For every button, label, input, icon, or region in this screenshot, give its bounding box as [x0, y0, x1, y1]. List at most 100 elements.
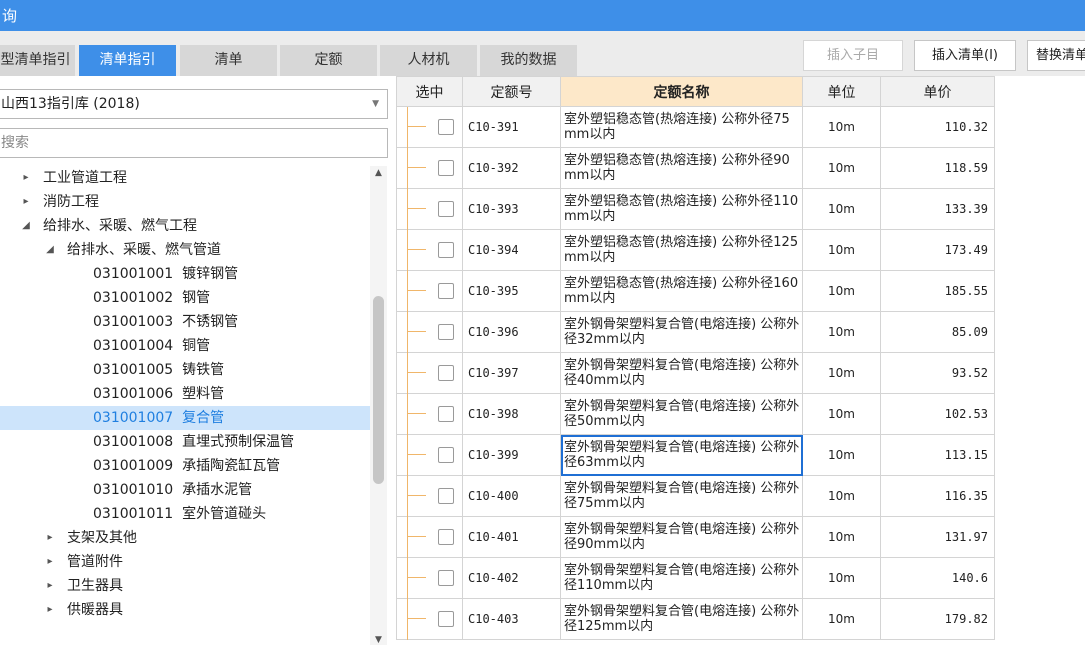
- quota-name[interactable]: 室外塑铝稳态管(热熔连接) 公称外径90mm以内: [560, 147, 803, 189]
- row-checkbox[interactable]: [438, 324, 454, 340]
- tree-line: [408, 577, 426, 578]
- quota-name[interactable]: 室外钢骨架塑料复合管(电熔连接) 公称外径50mm以内: [560, 393, 803, 435]
- tree-node[interactable]: 031001002 钢管: [0, 286, 370, 310]
- quota-name[interactable]: 室外塑铝稳态管(热熔连接) 公称外径75mm以内: [560, 106, 803, 148]
- row-checkbox[interactable]: [438, 119, 454, 135]
- row-checkbox[interactable]: [438, 570, 454, 586]
- tree-line: [407, 271, 408, 312]
- tree-node[interactable]: ▸ 工业管道工程: [0, 166, 370, 190]
- quota-code: C10-403: [462, 598, 561, 640]
- tab-bill[interactable]: 清单: [180, 45, 278, 76]
- table-row[interactable]: C10-391 室外塑铝稳态管(热熔连接) 公称外径75mm以内 10m 110.32: [396, 106, 995, 148]
- quota-code: C10-399: [462, 434, 561, 476]
- quota-name[interactable]: 室外钢骨架塑料复合管(电熔连接) 公称外径125mm以内: [560, 598, 803, 640]
- tree-line: [408, 372, 426, 373]
- quota-name[interactable]: 室外钢骨架塑料复合管(电熔连接) 公称外径90mm以内: [560, 516, 803, 558]
- insert-child-button[interactable]: 插入子目: [803, 40, 903, 71]
- expand-arrow-icon[interactable]: ▸: [44, 574, 56, 598]
- tree-node[interactable]: 031001006 塑料管: [0, 382, 370, 406]
- quota-name[interactable]: 室外塑铝稳态管(热熔连接) 公称外径160mm以内: [560, 270, 803, 312]
- table-row[interactable]: C10-397 室外钢骨架塑料复合管(电熔连接) 公称外径40mm以内 10m 93.…: [396, 352, 995, 394]
- collapse-arrow-icon[interactable]: ◢: [44, 238, 56, 262]
- tree-node[interactable]: 031001008 直埋式预制保温管: [0, 430, 370, 454]
- search-input[interactable]: [0, 128, 388, 158]
- tree-line: [407, 435, 408, 476]
- table-row[interactable]: C10-400 室外钢骨架塑料复合管(电熔连接) 公称外径75mm以内 10m 116…: [396, 475, 995, 517]
- replace-bill-button[interactable]: 替换清单: [1027, 40, 1085, 71]
- collapse-arrow-icon[interactable]: ◢: [20, 214, 32, 238]
- quota-name[interactable]: 室外塑铝稳态管(热熔连接) 公称外径110mm以内: [560, 188, 803, 230]
- column-header-unit[interactable]: 单位: [802, 76, 881, 107]
- scroll-down-icon[interactable]: ▼: [370, 635, 387, 645]
- table-row[interactable]: C10-403 室外钢骨架塑料复合管(电熔连接) 公称外径125mm以内 10m 17…: [396, 598, 995, 640]
- quota-name[interactable]: 室外钢骨架塑料复合管(电熔连接) 公称外径32mm以内: [560, 311, 803, 353]
- expand-arrow-icon[interactable]: ▸: [20, 166, 32, 190]
- tree-scrollbar[interactable]: ▲ ▼: [370, 166, 387, 645]
- table-row[interactable]: C10-396 室外钢骨架塑料复合管(电熔连接) 公称外径32mm以内 10m 85.…: [396, 311, 995, 353]
- tree-node[interactable]: 031001003 不锈钢管: [0, 310, 370, 334]
- column-header-code[interactable]: 定额号: [462, 76, 561, 107]
- column-header-select[interactable]: 选中: [396, 76, 463, 107]
- quota-name[interactable]: 室外钢骨架塑料复合管(电熔连接) 公称外径63mm以内: [560, 434, 803, 476]
- quota-price: 116.35: [880, 475, 995, 517]
- tab-my-data[interactable]: 我的数据: [480, 45, 578, 76]
- tree-node[interactable]: 031001004 铜管: [0, 334, 370, 358]
- table-row[interactable]: C10-399 室外钢骨架塑料复合管(电熔连接) 公称外径63mm以内 10m 113…: [396, 434, 995, 476]
- row-checkbox[interactable]: [438, 611, 454, 627]
- row-checkbox[interactable]: [438, 488, 454, 504]
- row-checkbox[interactable]: [438, 529, 454, 545]
- row-checkbox[interactable]: [438, 365, 454, 381]
- expand-arrow-icon[interactable]: ▸: [20, 190, 32, 214]
- tree-node[interactable]: ▸ 供暖器具: [0, 598, 370, 622]
- expand-arrow-icon[interactable]: ▸: [44, 598, 56, 622]
- row-checkbox[interactable]: [438, 201, 454, 217]
- tree-node-label: 031001003 不锈钢管: [93, 314, 239, 330]
- scroll-up-icon[interactable]: ▲: [370, 168, 387, 178]
- tree-node[interactable]: ▸ 消防工程: [0, 190, 370, 214]
- expand-arrow-icon[interactable]: ▸: [44, 550, 56, 574]
- quota-name[interactable]: 室外塑铝稳态管(热熔连接) 公称外径125mm以内: [560, 229, 803, 271]
- select-cell: [396, 352, 463, 394]
- tree-node[interactable]: ◢ 给排水、采暖、燃气管道: [0, 238, 370, 262]
- quota-name[interactable]: 室外钢骨架塑料复合管(电熔连接) 公称外径110mm以内: [560, 557, 803, 599]
- tree-node[interactable]: 031001011 室外管道碰头: [0, 502, 370, 526]
- tree-node[interactable]: ▸ 支架及其他: [0, 526, 370, 550]
- quota-name[interactable]: 室外钢骨架塑料复合管(电熔连接) 公称外径40mm以内: [560, 352, 803, 394]
- tree-node[interactable]: ◢ 给排水、采暖、燃气工程: [0, 214, 370, 238]
- tab-model-bill-guide[interactable]: 型清单指引: [0, 45, 76, 76]
- row-checkbox[interactable]: [438, 160, 454, 176]
- table-row[interactable]: C10-393 室外塑铝稳态管(热熔连接) 公称外径110mm以内 10m 133.3…: [396, 188, 995, 230]
- table-row[interactable]: C10-398 室外钢骨架塑料复合管(电熔连接) 公称外径50mm以内 10m 102…: [396, 393, 995, 435]
- row-checkbox[interactable]: [438, 283, 454, 299]
- tree-node[interactable]: 031001005 铸铁管: [0, 358, 370, 382]
- quota-name[interactable]: 室外钢骨架塑料复合管(电熔连接) 公称外径75mm以内: [560, 475, 803, 517]
- tree-node[interactable]: 031001001 镀锌钢管: [0, 262, 370, 286]
- table-row[interactable]: C10-392 室外塑铝稳态管(热熔连接) 公称外径90mm以内 10m 118.59: [396, 147, 995, 189]
- tree-node[interactable]: ▸ 卫生器具: [0, 574, 370, 598]
- table-row[interactable]: C10-395 室外塑铝稳态管(热熔连接) 公称外径160mm以内 10m 185.5…: [396, 270, 995, 312]
- tree-line: [407, 312, 408, 353]
- tab-quota[interactable]: 定额: [280, 45, 378, 76]
- tree-node[interactable]: ▸ 管道附件: [0, 550, 370, 574]
- column-header-name[interactable]: 定额名称: [560, 76, 803, 107]
- library-select[interactable]: 山西13指引库 (2018) ▼: [0, 89, 388, 119]
- table-row[interactable]: C10-402 室外钢骨架塑料复合管(电熔连接) 公称外径110mm以内 10m 14…: [396, 557, 995, 599]
- column-header-price[interactable]: 单价: [880, 76, 995, 107]
- table-row[interactable]: C10-394 室外塑铝稳态管(热熔连接) 公称外径125mm以内 10m 173.4…: [396, 229, 995, 271]
- tree-node[interactable]: 031001009 承插陶瓷缸瓦管: [0, 454, 370, 478]
- window-title: 询: [2, 7, 18, 25]
- tree-node-label: 031001004 铜管: [93, 338, 211, 354]
- tree-line: [407, 394, 408, 435]
- tree-node[interactable]: 031001007 复合管: [0, 406, 370, 430]
- table-row[interactable]: C10-401 室外钢骨架塑料复合管(电熔连接) 公称外径90mm以内 10m 131…: [396, 516, 995, 558]
- scroll-thumb[interactable]: [373, 296, 384, 484]
- tab-bill-guide[interactable]: 清单指引: [79, 45, 177, 76]
- tree-node[interactable]: 031001010 承插水泥管: [0, 478, 370, 502]
- row-checkbox[interactable]: [438, 242, 454, 258]
- row-checkbox[interactable]: [438, 406, 454, 422]
- tab-labor-material-machine[interactable]: 人材机: [380, 45, 478, 76]
- insert-bill-button[interactable]: 插入清单(I): [914, 40, 1016, 71]
- tree-line: [407, 599, 408, 640]
- expand-arrow-icon[interactable]: ▸: [44, 526, 56, 550]
- row-checkbox[interactable]: [438, 447, 454, 463]
